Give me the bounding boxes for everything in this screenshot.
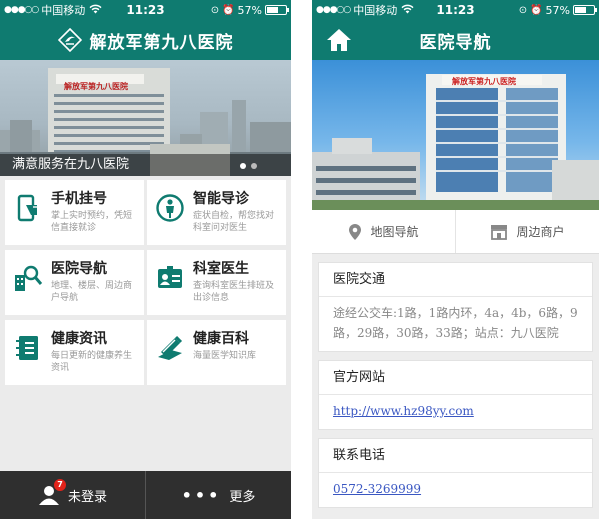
tile-mobile-register[interactable]: 手机挂号 掌上实时预约，凭短信直接就诊 bbox=[5, 180, 144, 245]
more-label: 更多 bbox=[229, 489, 256, 505]
signal-icon: ●●●○○ bbox=[316, 5, 351, 15]
pencil-book-icon bbox=[158, 335, 183, 360]
lock-rotation-icon: ⊙ bbox=[210, 4, 220, 16]
alarm-icon: ⏰ bbox=[222, 4, 235, 16]
phone-card: 联系电话 0572-3269999 bbox=[318, 438, 593, 508]
bottom-bar: 7 未登录 ••• 更多 bbox=[0, 471, 291, 519]
tile-title: 健康资讯 bbox=[51, 331, 107, 347]
tile-desc: 查询科室医生排班及出诊信息 bbox=[193, 281, 275, 303]
tile-desc: 海量医学知识库 bbox=[193, 351, 257, 361]
battery-icon bbox=[573, 5, 597, 15]
guide-person-icon bbox=[156, 194, 184, 222]
nav-navbar: 医院导航 bbox=[312, 20, 599, 60]
carrier-name: 中国移动 bbox=[41, 4, 86, 17]
tile-desc: 每日更新的健康养生资讯 bbox=[51, 351, 133, 373]
more-dots-icon: ••• bbox=[181, 485, 222, 505]
user-icon: 7 bbox=[38, 479, 66, 506]
website-card: 官方网站 http://www.hz98yy.com bbox=[318, 360, 593, 430]
phone-number-link[interactable]: 0572-3269999 bbox=[333, 482, 421, 496]
page-title: 医院导航 bbox=[419, 32, 492, 53]
hospital-banner[interactable]: 解放军第九八医院 满意服务在九八医院 bbox=[0, 60, 291, 176]
pager-dot[interactable] bbox=[251, 163, 257, 169]
hospital-logo-icon bbox=[57, 27, 82, 53]
notebook-icon bbox=[16, 336, 38, 360]
tile-department-doctors[interactable]: 科室医生 查询科室医生排班及出诊信息 bbox=[147, 250, 286, 315]
signal-icon: ●●●○○ bbox=[4, 5, 39, 15]
tile-desc: 症状自检，帮您找对科室问对医生 bbox=[193, 211, 275, 233]
app-title: 解放军第九八医院 bbox=[89, 32, 234, 53]
nearby-shops-label: 周边商户 bbox=[516, 225, 565, 239]
map-navigation-label: 地图导航 bbox=[370, 225, 419, 239]
phone-register-icon bbox=[17, 194, 39, 222]
phone-title: 联系电话 bbox=[319, 439, 592, 473]
status-bar: ●●●○○ 中国移动 11:23 ⊙ ⏰ 57% bbox=[312, 0, 599, 20]
website-title: 官方网站 bbox=[319, 361, 592, 395]
more-button[interactable]: ••• 更多 bbox=[145, 471, 291, 519]
tile-health-encyclopedia[interactable]: 健康百科 海量医学知识库 bbox=[147, 320, 286, 385]
banner-sign-text: 解放军第九八医院 bbox=[64, 82, 128, 91]
home-icon[interactable] bbox=[326, 28, 352, 52]
wifi-icon bbox=[89, 4, 102, 17]
feature-grid: 手机挂号 掌上实时预约，凭短信直接就诊 智能导诊 症状自检，帮您找对科室问对医生 bbox=[0, 176, 291, 385]
status-bar: ●●●○○ 中国移动 11:23 ⊙ ⏰ 57% bbox=[0, 0, 291, 20]
website-link[interactable]: http://www.hz98yy.com bbox=[333, 404, 474, 418]
lock-rotation-icon: ⊙ bbox=[518, 4, 528, 16]
nearby-shops-button[interactable]: 周边商户 bbox=[455, 210, 599, 253]
hospital-photo: 解放军第九八医院 bbox=[312, 60, 599, 210]
login-label: 未登录 bbox=[67, 489, 107, 505]
battery-percent: 57% bbox=[545, 3, 570, 17]
tile-title: 科室医生 bbox=[193, 261, 249, 277]
tile-smart-guide[interactable]: 智能导诊 症状自检，帮您找对科室问对医生 bbox=[147, 180, 286, 245]
banner-pager[interactable] bbox=[240, 163, 257, 169]
tile-title: 健康百科 bbox=[193, 331, 249, 347]
home-screen: ●●●○○ 中国移动 11:23 ⊙ ⏰ 57% 解放军第九八医院 解放军第九八… bbox=[0, 0, 291, 519]
navigation-actions: 地图导航 周边商户 bbox=[312, 210, 599, 254]
tile-title: 医院导航 bbox=[51, 261, 107, 277]
carrier-name: 中国移动 bbox=[353, 4, 398, 17]
tile-hospital-navigation[interactable]: 医院导航 地理、楼层、周边商户导航 bbox=[5, 250, 144, 315]
notification-badge: 7 bbox=[53, 479, 66, 491]
traffic-body: 途经公交车:1路，1路内环，4a，4b，6路，9路，29路，30路，33路；站点… bbox=[333, 306, 578, 340]
navigation-screen: ●●●○○ 中国移动 11:23 ⊙ ⏰ 57% 医院导航 解放军第九八医院 地… bbox=[312, 0, 599, 519]
traffic-title: 医院交通 bbox=[319, 263, 592, 297]
pager-dot-active[interactable] bbox=[240, 163, 246, 169]
battery-percent: 57% bbox=[237, 3, 262, 17]
tile-title: 手机挂号 bbox=[51, 191, 107, 207]
shop-icon bbox=[491, 224, 508, 240]
login-button[interactable]: 7 未登录 bbox=[0, 471, 145, 519]
building-sign-text: 解放军第九八医院 bbox=[452, 77, 516, 86]
tile-health-news[interactable]: 健康资讯 每日更新的健康养生资讯 bbox=[5, 320, 144, 385]
tile-desc: 地理、楼层、周边商户导航 bbox=[51, 281, 133, 303]
home-navbar: 解放军第九八医院 bbox=[0, 20, 291, 60]
doctor-card-icon bbox=[158, 266, 182, 288]
traffic-card: 医院交通 途经公交车:1路，1路内环，4a，4b，6路，9路，29路，30路，3… bbox=[318, 262, 593, 352]
battery-icon bbox=[265, 5, 289, 15]
building-search-icon bbox=[15, 265, 43, 291]
tile-title: 智能导诊 bbox=[193, 191, 249, 207]
alarm-icon: ⏰ bbox=[530, 4, 543, 16]
map-pin-icon bbox=[349, 223, 362, 240]
tile-desc: 掌上实时预约，凭短信直接就诊 bbox=[51, 211, 133, 233]
wifi-icon bbox=[401, 4, 414, 17]
map-navigation-button[interactable]: 地图导航 bbox=[312, 210, 455, 253]
